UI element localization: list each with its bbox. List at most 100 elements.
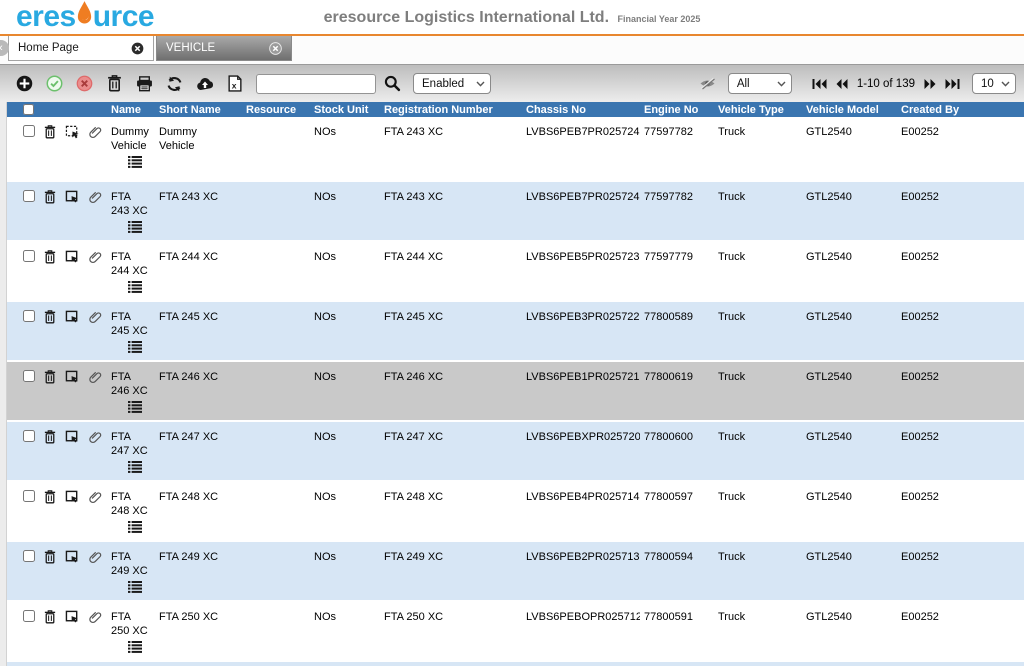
row-checkbox[interactable] xyxy=(23,370,35,382)
duplicate-icon[interactable] xyxy=(65,250,80,264)
select-all-checkbox[interactable] xyxy=(23,104,34,115)
table-row[interactable]: FTA 247 XC FTA 247 XC NOs FTA 247 XC LVB… xyxy=(7,422,1024,482)
column-header-short-name[interactable]: Short Name xyxy=(155,104,242,116)
table-row[interactable]: Dummy Vehicle Dummy Vehicle NOs FTA 243 … xyxy=(7,117,1024,182)
table-row[interactable]: FTA 248 XC FTA 248 XC NOs FTA 248 XC LVB… xyxy=(7,482,1024,542)
table-row-selected[interactable]: FTA 246 XC FTA 246 XC NOs FTA 246 XC LVB… xyxy=(7,362,1024,422)
name-cell: FTA 244 XC xyxy=(107,242,155,300)
column-header-created-by[interactable]: Created By xyxy=(897,104,1024,116)
table-row[interactable]: FTA 244 XC FTA 244 XC NOs FTA 244 XC LVB… xyxy=(7,242,1024,302)
row-checkbox[interactable] xyxy=(23,310,35,322)
row-checkbox[interactable] xyxy=(23,190,35,202)
table-row[interactable]: FTA 250 XC FTA 250 XC NOs FTA 250 XC LVB… xyxy=(7,602,1024,662)
tab-home-page[interactable]: Home Page xyxy=(8,36,154,61)
column-filter-select[interactable]: All xyxy=(728,73,792,94)
left-splitter[interactable] xyxy=(0,102,7,666)
row-details-list-icon[interactable] xyxy=(128,401,142,417)
created-by-cell: E00252 xyxy=(897,302,1024,360)
svg-text:x: x xyxy=(231,80,236,90)
duplicate-icon[interactable] xyxy=(65,490,80,504)
row-details-list-icon[interactable] xyxy=(128,221,142,237)
row-checkbox[interactable] xyxy=(23,430,35,442)
row-details-list-icon[interactable] xyxy=(128,281,142,297)
status-filter-value: Enabled xyxy=(422,78,464,90)
add-icon[interactable] xyxy=(14,73,35,94)
refresh-icon[interactable] xyxy=(164,73,185,94)
company-title: eresource Logistics International Ltd. F… xyxy=(324,9,701,27)
page-size-select[interactable]: 10 xyxy=(972,73,1016,94)
attachment-icon[interactable] xyxy=(89,125,102,139)
created-by-cell: E00252 xyxy=(897,362,1024,420)
delete-row-icon[interactable] xyxy=(44,190,56,204)
attachment-icon[interactable] xyxy=(89,310,102,324)
delete-row-icon[interactable] xyxy=(44,430,56,444)
duplicate-icon[interactable] xyxy=(65,125,80,139)
cloud-upload-icon[interactable] xyxy=(194,73,215,94)
duplicate-icon[interactable] xyxy=(65,370,80,384)
short-name-cell: Dummy Vehicle xyxy=(155,117,242,180)
delete-row-icon[interactable] xyxy=(44,610,56,624)
row-details-list-icon[interactable] xyxy=(128,461,142,477)
excel-export-icon[interactable]: x xyxy=(224,73,245,94)
row-checkbox[interactable] xyxy=(23,610,35,622)
column-header-vehicle-type[interactable]: Vehicle Type xyxy=(714,104,802,116)
row-checkbox[interactable] xyxy=(23,250,35,262)
first-page-icon[interactable] xyxy=(812,79,827,89)
prev-page-icon[interactable] xyxy=(836,79,848,89)
row-checkbox[interactable] xyxy=(23,550,35,562)
table-row[interactable]: FTA 249 XC FTA 249 XC NOs FTA 249 XC LVB… xyxy=(7,542,1024,602)
row-details-list-icon[interactable] xyxy=(128,581,142,597)
attachment-icon[interactable] xyxy=(89,610,102,624)
column-header-stock-unit[interactable]: Stock Unit xyxy=(310,104,380,116)
eye-slash-icon[interactable] xyxy=(697,73,718,94)
column-header-registration-number[interactable]: Registration Number xyxy=(380,104,522,116)
duplicate-icon[interactable] xyxy=(65,430,80,444)
table-row-partial[interactable] xyxy=(7,662,1024,666)
row-details-list-icon[interactable] xyxy=(128,156,142,172)
column-header-chassis-no[interactable]: Chassis No xyxy=(522,104,640,116)
delete-row-icon[interactable] xyxy=(44,250,56,264)
close-icon[interactable] xyxy=(269,42,282,55)
reject-icon[interactable] xyxy=(74,73,95,94)
search-icon[interactable] xyxy=(384,75,401,92)
table-row[interactable]: FTA 245 XC FTA 245 XC NOs FTA 245 XC LVB… xyxy=(7,302,1024,362)
vehicle-type-cell: Truck xyxy=(714,302,802,360)
tab-vehicle[interactable]: VEHICLE xyxy=(156,36,292,61)
row-details-list-icon[interactable] xyxy=(128,521,142,537)
row-checkbox[interactable] xyxy=(23,490,35,502)
row-checkbox[interactable] xyxy=(23,125,35,137)
attachment-icon[interactable] xyxy=(89,370,102,384)
delete-row-icon[interactable] xyxy=(44,490,56,504)
attachment-icon[interactable] xyxy=(89,550,102,564)
close-icon[interactable] xyxy=(131,42,144,55)
engine-cell: 77800597 xyxy=(640,482,714,540)
delete-row-icon[interactable] xyxy=(44,370,56,384)
attachment-icon[interactable] xyxy=(89,430,102,444)
search-input[interactable] xyxy=(256,74,376,94)
next-page-icon[interactable] xyxy=(924,79,936,89)
attachment-icon[interactable] xyxy=(89,250,102,264)
created-by-cell: E00252 xyxy=(897,182,1024,240)
print-icon[interactable] xyxy=(134,73,155,94)
last-page-icon[interactable] xyxy=(945,79,960,89)
duplicate-icon[interactable] xyxy=(65,190,80,204)
delete-row-icon[interactable] xyxy=(44,125,56,139)
table-row[interactable]: FTA 243 XC FTA 243 XC NOs FTA 243 XC LVB… xyxy=(7,182,1024,242)
attachment-icon[interactable] xyxy=(89,190,102,204)
vehicle-type-cell: Truck xyxy=(714,422,802,480)
duplicate-icon[interactable] xyxy=(65,550,80,564)
delete-icon[interactable] xyxy=(104,73,125,94)
duplicate-icon[interactable] xyxy=(65,310,80,324)
row-details-list-icon[interactable] xyxy=(128,341,142,357)
column-header-vehicle-model[interactable]: Vehicle Model xyxy=(802,104,897,116)
approve-icon[interactable] xyxy=(44,73,65,94)
delete-row-icon[interactable] xyxy=(44,310,56,324)
status-filter-select[interactable]: Enabled xyxy=(413,73,491,94)
delete-row-icon[interactable] xyxy=(44,550,56,564)
column-header-engine-no[interactable]: Engine No xyxy=(640,104,714,116)
attachment-icon[interactable] xyxy=(89,490,102,504)
column-header-resource[interactable]: Resource xyxy=(242,104,310,116)
column-header-name[interactable]: Name xyxy=(107,104,155,116)
row-details-list-icon[interactable] xyxy=(128,641,142,657)
duplicate-icon[interactable] xyxy=(65,610,80,624)
